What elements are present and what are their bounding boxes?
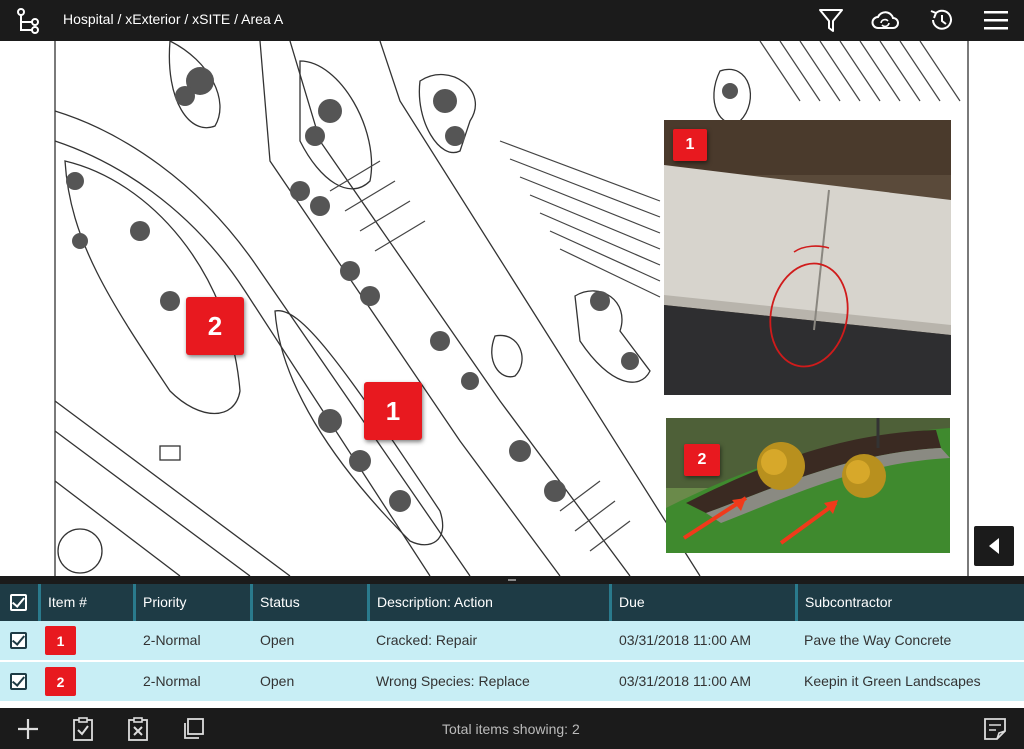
photo-marker-1: 1 — [673, 129, 707, 161]
resize-splitter[interactable] — [0, 576, 1024, 584]
row-subcontractor: Keepin it Green Landscapes — [804, 673, 981, 689]
row-item-marker: 1 — [45, 626, 76, 655]
row-subcontractor: Pave the Way Concrete — [804, 632, 952, 648]
site-plan-view[interactable]: 2 1 1 2 — [0, 41, 1024, 576]
column-header-status[interactable]: Status — [250, 584, 365, 621]
column-header-description[interactable]: Description: Action — [367, 584, 607, 621]
clipboard-check-icon[interactable] — [70, 716, 96, 742]
collapse-photos-button[interactable] — [974, 526, 1014, 566]
chevron-left-icon — [989, 538, 999, 554]
tree-icon[interactable] — [16, 8, 40, 34]
edit-note-icon[interactable] — [982, 716, 1008, 742]
select-all-checkbox[interactable] — [10, 594, 27, 611]
total-items-label: Total items showing: 2 — [442, 721, 580, 737]
row-priority: 2-Normal — [143, 632, 201, 648]
row-item-marker: 2 — [45, 667, 76, 696]
photo-marker-2: 2 — [684, 444, 720, 476]
breadcrumb[interactable]: Hospital / xExterior / xSITE / Area A — [63, 11, 283, 27]
row-due: 03/31/2018 11:00 AM — [619, 673, 752, 689]
row-status: Open — [260, 673, 295, 689]
photo-wrong-species[interactable]: 2 — [666, 418, 950, 553]
row-checkbox[interactable] — [10, 673, 27, 690]
bottom-toolbar: Total items showing: 2 — [0, 708, 1024, 749]
row-priority: 2-Normal — [143, 673, 201, 689]
plan-marker-2[interactable]: 2 — [186, 297, 244, 355]
row-due: 03/31/2018 11:00 AM — [619, 632, 752, 648]
photo-cracked-curb[interactable]: 1 — [664, 120, 951, 395]
column-header-subcontractor[interactable]: Subcontractor — [795, 584, 1024, 621]
curb-photo-image — [664, 120, 951, 395]
plan-marker-1[interactable]: 1 — [364, 382, 422, 440]
table-row[interactable]: 1 2-Normal Open Cracked: Repair 03/31/20… — [0, 621, 1024, 660]
row-description: Cracked: Repair — [376, 632, 478, 648]
clipboard-x-icon[interactable] — [125, 716, 151, 742]
table-row[interactable]: 2 2-Normal Open Wrong Species: Replace 0… — [0, 662, 1024, 701]
menu-icon[interactable] — [981, 6, 1011, 34]
filter-icon[interactable] — [816, 6, 846, 34]
splitter-grip[interactable] — [508, 579, 516, 581]
history-icon[interactable] — [926, 6, 956, 34]
column-header-priority[interactable]: Priority — [133, 584, 248, 621]
column-header-item[interactable]: Item # — [38, 584, 131, 621]
row-description: Wrong Species: Replace — [376, 673, 530, 689]
row-checkbox[interactable] — [10, 632, 27, 649]
row-status: Open — [260, 632, 295, 648]
add-icon[interactable] — [15, 716, 41, 742]
table-header: Item # Priority Status Description: Acti… — [0, 584, 1024, 621]
top-bar: Hospital / xExterior / xSITE / Area A — [0, 0, 1024, 41]
copy-icon[interactable] — [180, 716, 206, 742]
column-header-due[interactable]: Due — [609, 584, 795, 621]
landscaping-photo-image — [666, 418, 950, 553]
items-table: Item # Priority Status Description: Acti… — [0, 584, 1024, 708]
cloud-sync-icon[interactable] — [870, 6, 900, 34]
